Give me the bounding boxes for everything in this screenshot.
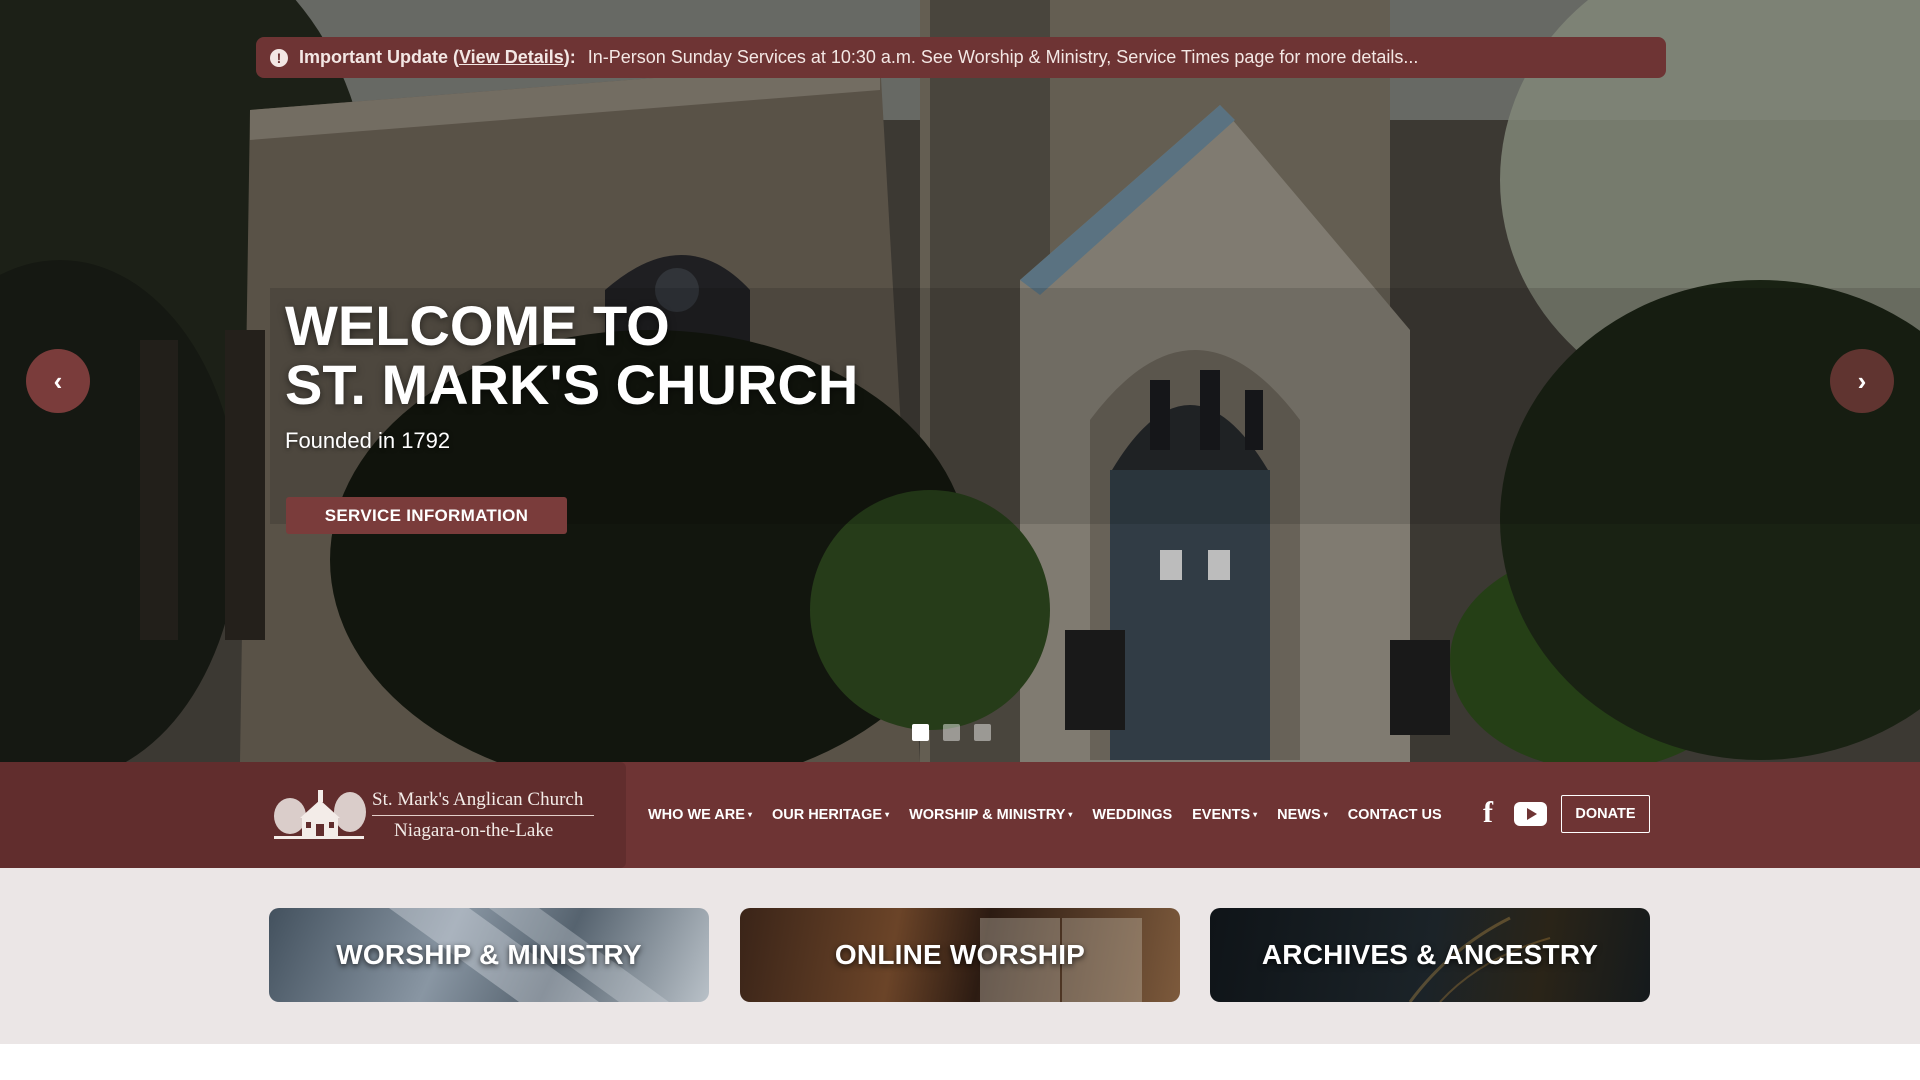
nav-item-contact-us[interactable]: CONTACT US	[1348, 807, 1442, 823]
service-information-button[interactable]: SERVICE INFORMATION	[286, 497, 567, 534]
hero-title-line2: ST. MARK'S CHURCH	[285, 353, 859, 416]
hero-text: WELCOME TO ST. MARK'S CHURCH Founded in …	[285, 296, 858, 454]
caret-down-icon: ▾	[1068, 810, 1073, 819]
nav-menu: WHO WE ARE ▾ OUR HERITAGE ▾ WORSHIP & MINIST…	[648, 762, 1462, 868]
nav-item-label: NEWS	[1277, 807, 1321, 823]
quick-links: WORSHIP & MINISTRY ONLINE WORSHIP ARCHIV…	[0, 868, 1920, 1044]
worship-ministry-card[interactable]: WORSHIP & MINISTRY	[269, 908, 709, 1002]
info-icon: !	[270, 48, 288, 67]
caret-down-icon: ▾	[747, 810, 752, 819]
youtube-icon[interactable]	[1514, 802, 1547, 826]
caret-down-icon: ▾	[1323, 810, 1328, 819]
nav-item-label: WHO WE ARE	[648, 807, 745, 823]
nav-item-our-heritage[interactable]: OUR HERITAGE ▾	[772, 807, 889, 823]
chevron-left-icon[interactable]: ‹	[26, 349, 90, 413]
nav-item-events[interactable]: EVENTS ▾	[1192, 807, 1257, 823]
alert-lead-suffix: ):	[563, 47, 576, 67]
caret-down-icon: ▾	[1253, 810, 1258, 819]
brand-name: St. Mark's Anglican Church	[372, 789, 584, 810]
chevron-right-icon[interactable]: ›	[1830, 349, 1894, 413]
nav-item-worship-ministry[interactable]: WORSHIP & MINISTRY ▾	[909, 807, 1072, 823]
nav-item-who-we-are[interactable]: WHO WE ARE ▾	[648, 807, 752, 823]
archives-ancestry-label: ARCHIVES & ANCESTRY	[1261, 939, 1599, 970]
main-navigation: St. Mark's Anglican Church Niagara-on-th…	[0, 762, 1920, 868]
nav-item-label: EVENTS	[1192, 807, 1251, 823]
slider-dot-2[interactable]	[943, 724, 960, 741]
online-worship-label: ONLINE WORSHIP	[834, 939, 1086, 970]
slider-dots	[912, 724, 991, 741]
facebook-icon[interactable]: f	[1483, 798, 1493, 828]
archives-ancestry-card[interactable]: ARCHIVES & ANCESTRY	[1210, 908, 1650, 1002]
hero-slider: ! Important Update (View Details): In-Pe…	[0, 0, 1920, 762]
page: ! Important Update (View Details): In-Pe…	[0, 0, 1920, 1080]
alert-lead-prefix: Important Update (	[299, 47, 459, 67]
hero-title-line1: WELCOME TO	[285, 294, 670, 357]
brand-divider	[372, 815, 594, 816]
important-update-banner: ! Important Update (View Details): In-Pe…	[256, 37, 1666, 78]
nav-item-label: CONTACT US	[1347, 807, 1442, 823]
slider-dot-3[interactable]	[974, 724, 991, 741]
nav-item-label: OUR HERITAGE	[771, 807, 883, 823]
nav-item-weddings[interactable]: WEDDINGS	[1092, 807, 1172, 823]
alert-lead: Important Update (View Details):	[299, 47, 576, 68]
brand-location: Niagara-on-the-Lake	[394, 820, 554, 841]
nav-item-news[interactable]: NEWS ▾	[1277, 807, 1328, 823]
site-logo[interactable]: St. Mark's Anglican Church Niagara-on-th…	[0, 762, 626, 868]
page-bottom-spacer	[0, 1044, 1920, 1080]
hero-subtitle: Founded in 1792	[285, 428, 451, 453]
church-logo-icon	[274, 790, 366, 839]
alert-message: In-Person Sunday Services at 10:30 a.m. …	[587, 47, 1419, 67]
view-details-link[interactable]: View Details	[459, 47, 564, 67]
nav-item-label: WORSHIP & MINISTRY	[909, 807, 1066, 823]
nav-item-label: WEDDINGS	[1092, 807, 1173, 823]
worship-ministry-label: WORSHIP & MINISTRY	[336, 939, 642, 970]
slider-dot-1[interactable]	[912, 724, 929, 741]
hero-title: WELCOME TO ST. MARK'S CHURCH	[285, 296, 858, 414]
caret-down-icon: ▾	[885, 810, 890, 819]
donate-button[interactable]: DONATE	[1561, 795, 1650, 833]
online-worship-card[interactable]: ONLINE WORSHIP	[740, 908, 1180, 1002]
